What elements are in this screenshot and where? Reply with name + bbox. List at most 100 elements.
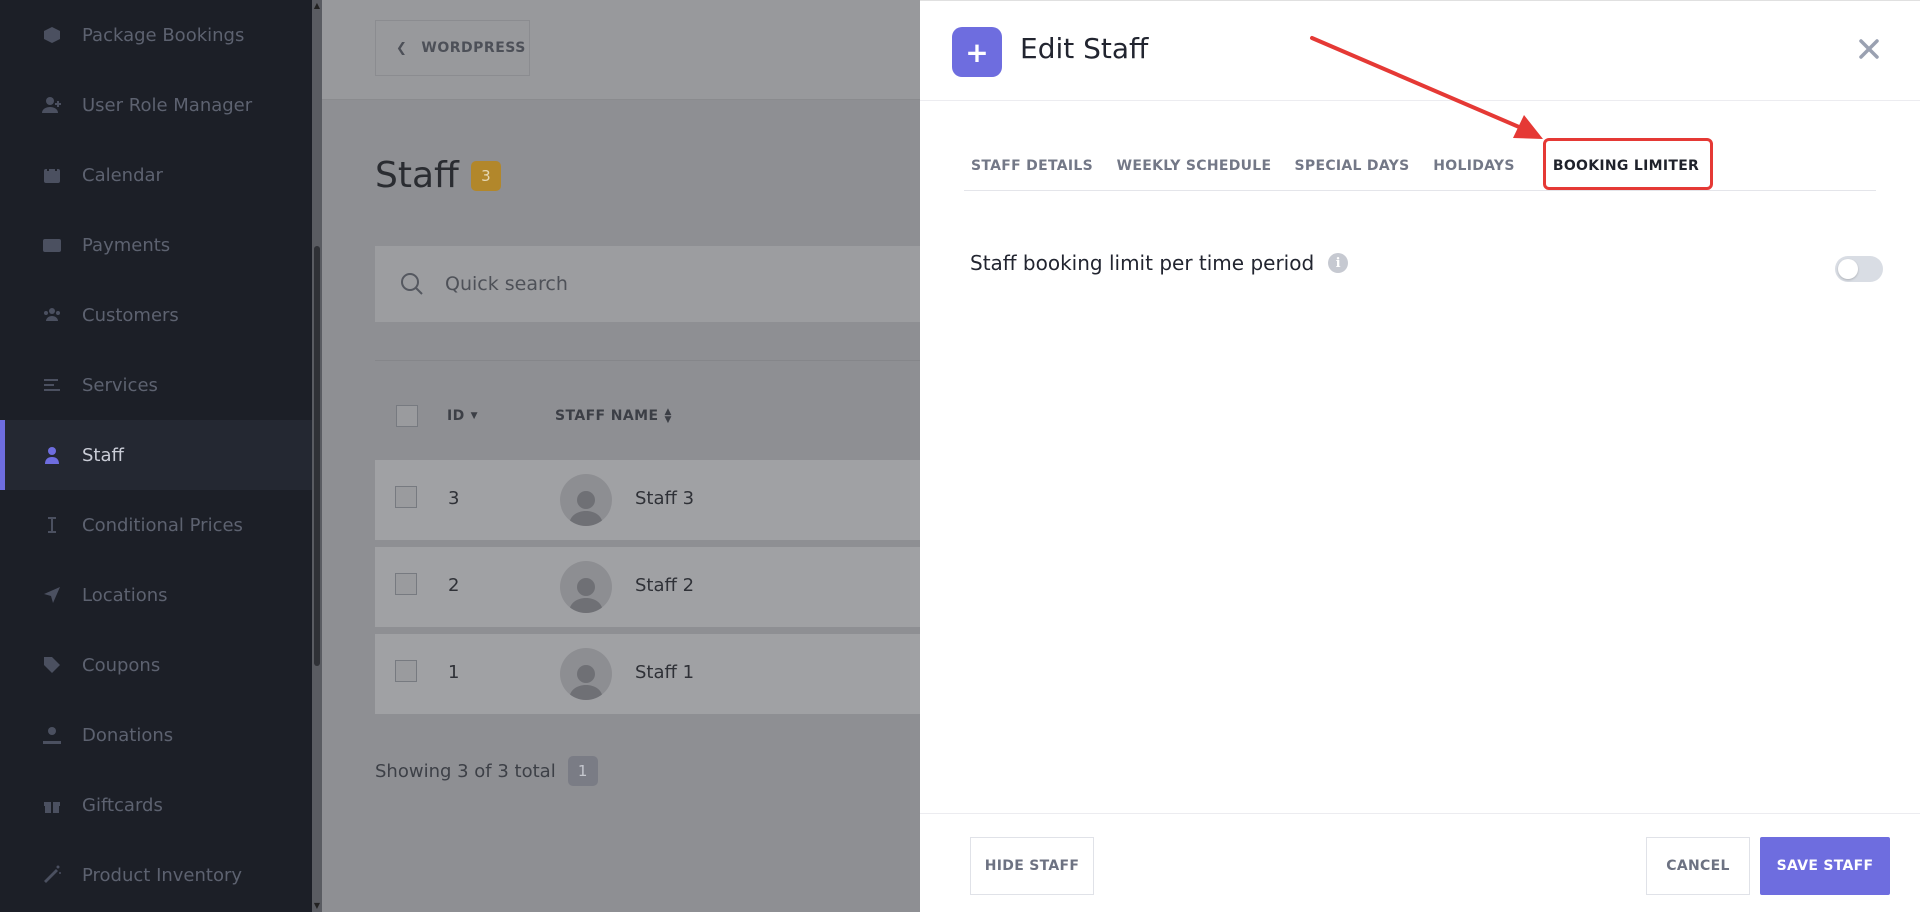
row-id: 3 <box>448 488 460 509</box>
cancel-button[interactable]: CANCEL <box>1646 837 1750 895</box>
gift-icon <box>40 793 64 817</box>
sidebar-item-package-bookings[interactable]: Package Bookings <box>0 0 312 70</box>
sidebar-item-label: Package Bookings <box>82 24 245 46</box>
drawer-footer: HIDE STAFF CANCEL SAVE STAFF <box>920 813 1920 912</box>
list-icon <box>40 373 64 397</box>
user-icon <box>40 443 64 467</box>
scroll-down-arrow-icon[interactable]: ▼ <box>313 902 321 910</box>
sidebar-item-payments[interactable]: Payments <box>0 210 312 280</box>
edit-staff-drawer: + Edit Staff STAFF DETAILS WEEKLY SCHEDU… <box>920 0 1920 912</box>
sidebar-scrollbar[interactable]: ▲ ▼ <box>312 0 322 912</box>
row-id: 1 <box>448 662 460 683</box>
package-icon <box>40 23 64 47</box>
column-header-name-label: STAFF NAME <box>555 408 659 424</box>
tab-staff-details[interactable]: STAFF DETAILS <box>964 141 1100 191</box>
drawer-title: Edit Staff <box>1020 32 1149 65</box>
sidebar-item-coupons[interactable]: Coupons <box>0 630 312 700</box>
sidebar-item-conditional-prices[interactable]: Conditional Prices <box>0 490 312 560</box>
users-icon <box>40 303 64 327</box>
table-row[interactable]: 1 Staff 1 <box>375 634 920 714</box>
count-badge: 3 <box>470 160 501 191</box>
staff-list-panel: ❮ WORDPRESS Staff 3 Quick search ID ▼ ST… <box>322 0 920 912</box>
divider <box>375 360 920 361</box>
hand-heart-icon <box>40 723 64 747</box>
sort-desc-icon: ▼ <box>470 411 478 421</box>
top-bar: ❮ WORDPRESS <box>322 0 920 100</box>
sidebar-item-user-role-manager[interactable]: User Role Manager <box>0 70 312 140</box>
toggle-knob <box>1838 259 1858 279</box>
tag-icon <box>40 653 64 677</box>
scrollbar-thumb[interactable] <box>314 246 320 666</box>
drawer-tabs: STAFF DETAILS WEEKLY SCHEDULE SPECIAL DA… <box>964 141 1876 191</box>
sidebar-item-label: Customers <box>82 304 179 326</box>
column-header-id-label: ID <box>447 408 465 424</box>
table-row[interactable]: 2 Staff 2 <box>375 547 920 627</box>
avatar <box>560 474 612 526</box>
page-number-button[interactable]: 1 <box>567 756 598 786</box>
booking-limit-toggle[interactable] <box>1835 256 1883 282</box>
annotation-highlight-box <box>1543 138 1713 190</box>
row-checkbox[interactable] <box>395 573 417 595</box>
sidebar-item-donations[interactable]: Donations <box>0 700 312 770</box>
sidebar-item-calendar[interactable]: Calendar <box>0 140 312 210</box>
sidebar-item-locations[interactable]: Locations <box>0 560 312 630</box>
sidebar-item-giftcards[interactable]: Giftcards <box>0 770 312 840</box>
column-header-staff-name[interactable]: STAFF NAME ▲ ▼ <box>555 407 672 425</box>
location-arrow-icon <box>40 583 64 607</box>
sidebar-item-label: Coupons <box>82 654 161 676</box>
sidebar-item-label: Services <box>82 374 158 396</box>
tab-holidays[interactable]: HOLIDAYS <box>1426 141 1522 191</box>
drawer-header: + Edit Staff <box>920 1 1920 101</box>
sidebar-item-label: User Role Manager <box>82 94 253 116</box>
avatar <box>560 648 612 700</box>
page-title-text: Staff <box>375 155 459 196</box>
sort-icon: ▲ ▼ <box>664 407 672 425</box>
sidebar-item-label: Calendar <box>82 164 163 186</box>
sidebar-item-label: Product Inventory <box>82 864 243 886</box>
row-name: Staff 2 <box>635 575 695 596</box>
row-checkbox[interactable] <box>395 486 417 508</box>
sidebar-item-staff[interactable]: Staff <box>0 420 312 490</box>
user-plus-icon <box>40 93 64 117</box>
sidebar-item-label: Giftcards <box>82 794 163 816</box>
select-all-checkbox[interactable] <box>396 405 418 427</box>
sidebar-item-label: Donations <box>82 724 174 746</box>
search-input[interactable]: Quick search <box>375 246 920 322</box>
cursor-icon <box>40 513 64 537</box>
showing-count-text: Showing 3 of 3 total <box>375 760 556 782</box>
hide-staff-button[interactable]: HIDE STAFF <box>970 837 1094 895</box>
table-row[interactable]: 3 Staff 3 <box>375 460 920 540</box>
sidebar-item-customers[interactable]: Customers <box>0 280 312 350</box>
sidebar-item-label: Payments <box>82 234 171 256</box>
sidebar-item-product-inventory[interactable]: Product Inventory <box>0 840 312 910</box>
magic-wand-icon <box>40 863 64 887</box>
info-icon[interactable]: i <box>1328 253 1349 273</box>
wallet-icon <box>40 233 64 257</box>
row-id: 2 <box>448 575 460 596</box>
sidebar-item-label: Conditional Prices <box>82 514 243 536</box>
page-title: Staff 3 <box>375 155 501 196</box>
avatar <box>560 561 612 613</box>
row-name: Staff 1 <box>635 662 695 683</box>
search-placeholder: Quick search <box>445 273 568 295</box>
tab-weekly-schedule[interactable]: WEEKLY SCHEDULE <box>1110 141 1278 191</box>
tab-special-days[interactable]: SPECIAL DAYS <box>1288 141 1416 191</box>
close-icon[interactable] <box>1855 35 1883 63</box>
row-name: Staff 3 <box>635 488 695 509</box>
sidebar-item-services[interactable]: Services <box>0 350 312 420</box>
sidebar: Package Bookings User Role Manager Calen… <box>0 0 312 912</box>
row-checkbox[interactable] <box>395 660 417 682</box>
column-header-id[interactable]: ID ▼ <box>447 408 478 424</box>
search-icon <box>401 273 423 295</box>
sidebar-item-label: Locations <box>82 584 168 606</box>
scroll-up-arrow-icon[interactable]: ▲ <box>313 2 321 10</box>
booking-limit-setting: Staff booking limit per time period i <box>970 251 1349 275</box>
sidebar-item-label: Staff <box>82 444 124 466</box>
plus-icon: + <box>952 27 1002 77</box>
pagination-summary: Showing 3 of 3 total 1 <box>375 756 598 786</box>
chevron-left-icon: ❮ <box>396 40 408 56</box>
back-button-label: WORDPRESS <box>421 40 526 56</box>
save-staff-button[interactable]: SAVE STAFF <box>1760 837 1890 895</box>
calendar-icon <box>40 163 64 187</box>
back-to-wordpress-button[interactable]: ❮ WORDPRESS <box>375 20 530 76</box>
